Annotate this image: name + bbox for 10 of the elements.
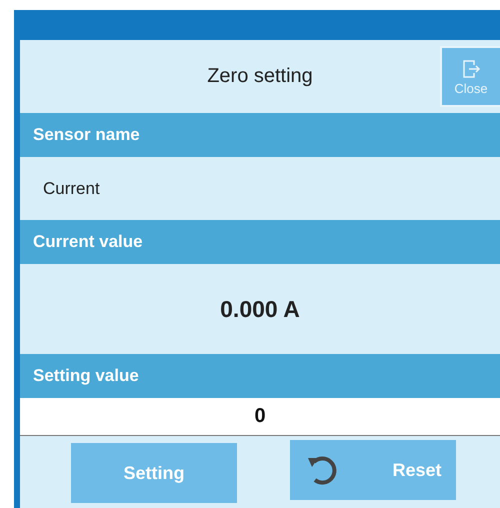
setting-button[interactable]: Setting <box>71 443 237 503</box>
sensor-name: Current <box>42 178 101 200</box>
setting-input[interactable]: 0 <box>20 398 500 436</box>
dialog-title: Zero setting <box>207 65 313 88</box>
reset-button[interactable]: Reset <box>290 440 456 500</box>
current-reading: 0.000 A <box>219 294 301 324</box>
section-header: Current value <box>20 220 500 264</box>
close-button[interactable]: Close <box>440 46 500 107</box>
section-header: Setting value <box>20 354 500 398</box>
section-header: Sensor name <box>20 113 500 157</box>
